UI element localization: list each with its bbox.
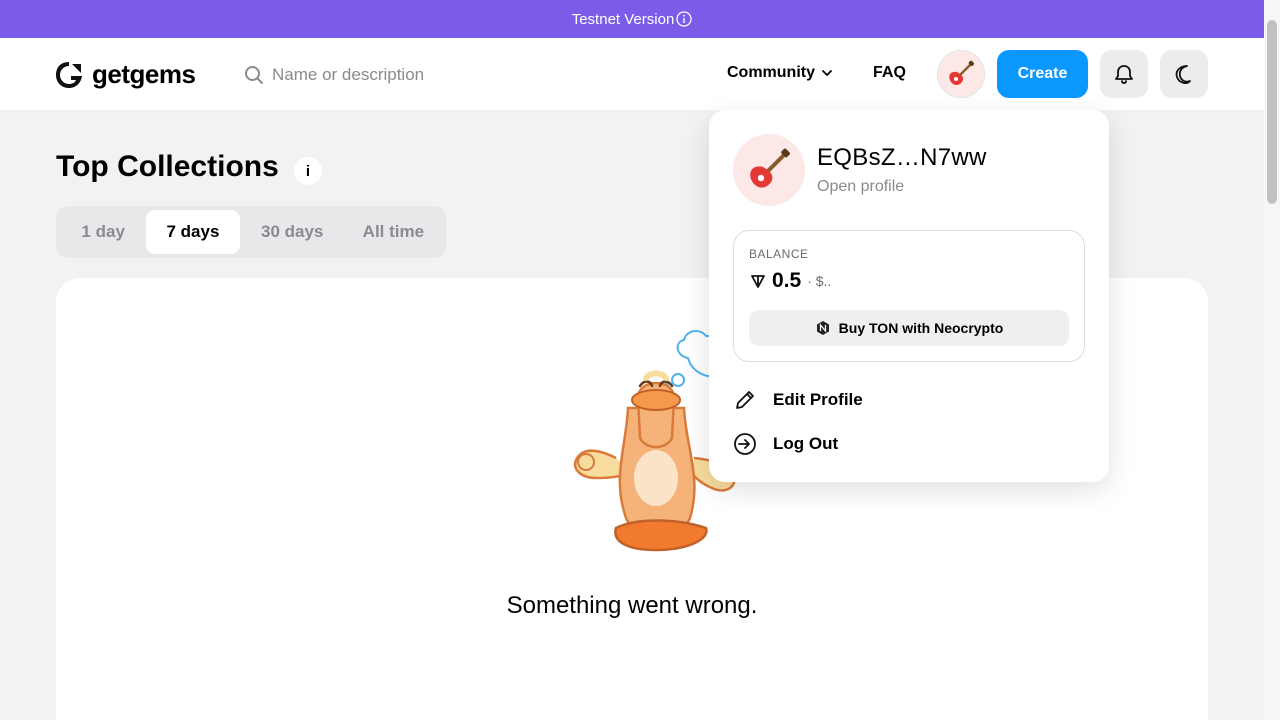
logo[interactable]: getgems — [54, 59, 196, 90]
info-icon[interactable] — [676, 11, 692, 27]
balance-box: BALANCE 0.5 · $.. Buy TON with Neocrypto — [733, 230, 1085, 362]
neocrypto-icon — [816, 321, 829, 335]
getgems-logo-icon — [56, 61, 82, 88]
profile-dropdown: EQBsZ…N7ww Open profile BALANCE 0.5 · $.… — [709, 110, 1109, 482]
create-button[interactable]: Create — [997, 50, 1088, 98]
dropdown-avatar[interactable] — [733, 134, 805, 206]
tab-30-days[interactable]: 30 days — [240, 210, 345, 254]
faq-link[interactable]: FAQ — [873, 64, 906, 82]
tab-1-day[interactable]: 1 day — [60, 210, 146, 254]
banner-text: Testnet Version — [571, 10, 675, 28]
community-menu[interactable]: Community — [727, 64, 833, 82]
testnet-banner: Testnet Version — [0, 0, 1264, 38]
buy-ton-label: Buy TON with Neocrypto — [838, 320, 1004, 336]
guitar-icon — [949, 60, 975, 85]
period-tabs: 1 day 7 days 30 days All time — [56, 206, 446, 258]
page-title: Top Collections — [56, 150, 279, 183]
logo-text: getgems — [92, 59, 196, 89]
scrollbar-thumb[interactable] — [1267, 20, 1277, 204]
search-input[interactable] — [272, 65, 652, 85]
community-label: Community — [727, 64, 815, 81]
chevron-down-icon — [822, 70, 832, 76]
profile-avatar-button[interactable] — [937, 50, 985, 98]
balance-usd: · $.. — [807, 273, 832, 289]
balance-row: 0.5 · $.. — [750, 269, 831, 293]
ton-icon — [751, 275, 765, 288]
log-out-label: Log Out — [773, 434, 839, 453]
page-scrollbar[interactable] — [1264, 0, 1280, 720]
edit-profile-item[interactable]: Edit Profile — [733, 388, 863, 412]
buy-ton-button[interactable]: Buy TON with Neocrypto — [749, 310, 1069, 346]
error-message: Something went wrong. — [506, 592, 758, 619]
open-profile-link[interactable]: Open profile — [817, 178, 904, 196]
tab-all-time[interactable]: All time — [345, 210, 442, 254]
title-info-icon[interactable]: i — [294, 157, 322, 185]
tab-7-days[interactable]: 7 days — [146, 210, 240, 254]
balance-amount: 0.5 — [772, 269, 802, 292]
logout-icon — [734, 433, 756, 455]
wallet-address: EQBsZ…N7ww — [817, 144, 987, 171]
notifications-button[interactable] — [1100, 50, 1148, 98]
balance-label: BALANCE — [749, 247, 809, 261]
moon-icon — [1175, 65, 1191, 84]
theme-toggle-button[interactable] — [1160, 50, 1208, 98]
pencil-icon — [736, 391, 754, 409]
top-header: getgems Community FAQ Create — [0, 38, 1264, 110]
search-icon — [245, 66, 263, 84]
bell-icon — [1115, 65, 1133, 84]
guitar-icon — [750, 148, 790, 188]
edit-profile-label: Edit Profile — [773, 390, 863, 409]
search-bar[interactable] — [244, 62, 664, 88]
log-out-item[interactable]: Log Out — [733, 432, 838, 456]
